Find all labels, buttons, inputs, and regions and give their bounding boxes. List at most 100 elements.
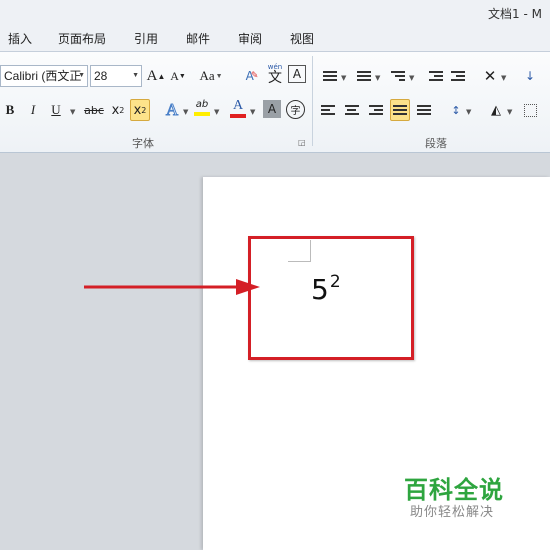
line-spacing-button[interactable]: ↕	[446, 99, 466, 121]
distributed-button[interactable]	[414, 99, 434, 121]
title-bar: 文档1 - M	[0, 0, 550, 26]
highlight-swatch	[194, 112, 210, 116]
italic-button[interactable]: I	[23, 99, 43, 121]
italic-icon: I	[30, 102, 36, 117]
borders-icon	[523, 103, 537, 117]
enclose-characters-icon: 字	[290, 106, 301, 117]
phonetic-guide-icon: 文	[268, 69, 282, 86]
tab-references[interactable]: 引用	[134, 30, 158, 47]
align-right-button[interactable]	[366, 99, 386, 121]
chinese-layout-button[interactable]: ✕	[480, 65, 500, 87]
chevron-down-icon[interactable]: ▼	[183, 108, 188, 116]
highlight-color-button[interactable]: ab	[192, 97, 212, 119]
chevron-down-icon[interactable]: ▼	[501, 74, 506, 82]
font-name-value: Calibri (西文正	[4, 69, 82, 83]
chevron-down-icon[interactable]: ▼	[375, 74, 380, 82]
sort-button[interactable]: ↓	[520, 65, 540, 87]
increase-indent-icon	[451, 69, 465, 83]
decrease-indent-icon	[429, 69, 443, 83]
clear-formatting-button[interactable]: A ✎	[242, 65, 262, 87]
chevron-down-icon[interactable]: ▼	[132, 66, 139, 86]
tab-mailings[interactable]: 邮件	[186, 30, 210, 47]
change-case-label: Aa	[199, 68, 215, 83]
phonetic-guide-button[interactable]: wén 文	[265, 63, 285, 85]
chevron-down-icon[interactable]: ▼	[214, 108, 219, 116]
pointer-arrow-icon	[84, 279, 260, 295]
chevron-down-icon[interactable]: ▼	[70, 108, 75, 116]
bold-button[interactable]: B	[0, 99, 20, 121]
paragraph-shading-button[interactable]: ◭	[486, 99, 506, 121]
tab-insert[interactable]: 插入	[8, 30, 32, 47]
change-case-button[interactable]: Aa ▼	[198, 65, 224, 87]
bullets-button[interactable]	[320, 65, 340, 87]
chevron-down-icon[interactable]: ▼	[78, 66, 85, 86]
borders-button[interactable]	[520, 99, 540, 121]
enclose-characters-button[interactable]: 字	[286, 100, 305, 119]
font-size-combo[interactable]: 28 ▼	[90, 65, 142, 87]
font-dialog-launcher-icon[interactable]: ◲	[298, 138, 306, 147]
shrink-font-icon: A	[170, 68, 179, 83]
subscript-button[interactable]: x2	[108, 99, 128, 121]
align-left-icon	[321, 103, 335, 117]
font-color-swatch	[230, 113, 246, 118]
increase-indent-button[interactable]	[448, 65, 468, 87]
font-color-button[interactable]: A	[228, 97, 248, 119]
underline-icon: U	[51, 102, 61, 117]
paint-bucket-icon: ◭	[491, 102, 501, 118]
tab-page-layout[interactable]: 页面布局	[58, 30, 106, 47]
character-border-icon: A	[292, 67, 302, 81]
bold-icon: B	[5, 102, 15, 117]
bullets-icon	[323, 69, 337, 83]
grow-font-button[interactable]: A ▲	[146, 65, 166, 87]
strikethrough-button[interactable]: abc	[82, 99, 106, 121]
grow-font-icon: A	[146, 67, 158, 84]
align-left-button[interactable]	[318, 99, 338, 121]
chevron-down-icon[interactable]: ▼	[409, 74, 414, 82]
multilevel-list-button[interactable]	[388, 65, 408, 87]
window-title: 文档1 - M	[488, 7, 542, 21]
line-spacing-icon: ↕	[451, 103, 461, 117]
chevron-down-icon[interactable]: ▼	[507, 108, 512, 116]
chevron-down-icon[interactable]: ▼	[466, 108, 471, 116]
multilevel-list-icon	[391, 69, 405, 83]
character-shading-button[interactable]: A	[263, 100, 281, 118]
character-border-button[interactable]: A	[288, 65, 306, 83]
underline-button[interactable]: U	[46, 99, 66, 121]
highlighter-icon: ab	[195, 99, 209, 110]
align-right-icon	[369, 103, 383, 117]
paragraph-group-label: 段落	[425, 137, 447, 150]
subscript-icon: x	[111, 102, 120, 118]
font-size-value: 28	[94, 69, 108, 83]
distributed-icon	[417, 103, 431, 117]
chinese-layout-icon: ✕	[483, 67, 497, 85]
group-separator	[312, 56, 313, 146]
tab-view[interactable]: 视图	[290, 30, 314, 47]
numbering-icon	[357, 69, 371, 83]
shrink-font-button[interactable]: A ▼	[168, 65, 188, 87]
superscript-button[interactable]: x2	[130, 99, 150, 121]
align-center-button[interactable]	[342, 99, 362, 121]
strikethrough-icon: abc	[84, 103, 104, 117]
font-color-icon: A	[232, 97, 244, 113]
superscript-icon: x	[133, 102, 142, 118]
character-shading-icon: A	[267, 102, 277, 116]
align-center-icon	[345, 103, 359, 117]
superscript-mark: 2	[141, 105, 147, 115]
chevron-down-icon[interactable]: ▼	[341, 74, 346, 82]
chevron-down-icon[interactable]: ▼	[250, 108, 255, 116]
watermark-title: 百科全说	[404, 476, 504, 504]
ribbon-tabs: 插入 页面布局 引用 邮件 审阅 视图	[0, 26, 550, 51]
font-name-combo[interactable]: Calibri (西文正 ▼	[0, 65, 88, 87]
sort-icon: ↓	[524, 69, 536, 83]
tab-review[interactable]: 审阅	[238, 30, 262, 47]
font-group-label: 字体	[132, 137, 154, 150]
justify-icon	[393, 103, 407, 117]
text-effects-button[interactable]: A	[162, 99, 182, 121]
text-effects-icon: A	[165, 100, 179, 120]
justify-button[interactable]	[390, 99, 410, 121]
numbering-button[interactable]	[354, 65, 374, 87]
ribbon: Calibri (西文正 ▼ 28 ▼ A ▲ A ▼ Aa ▼ A ✎ wén 文 A…	[0, 51, 550, 153]
subscript-mark: 2	[119, 105, 125, 115]
highlight-box	[248, 236, 414, 360]
decrease-indent-button[interactable]	[426, 65, 446, 87]
